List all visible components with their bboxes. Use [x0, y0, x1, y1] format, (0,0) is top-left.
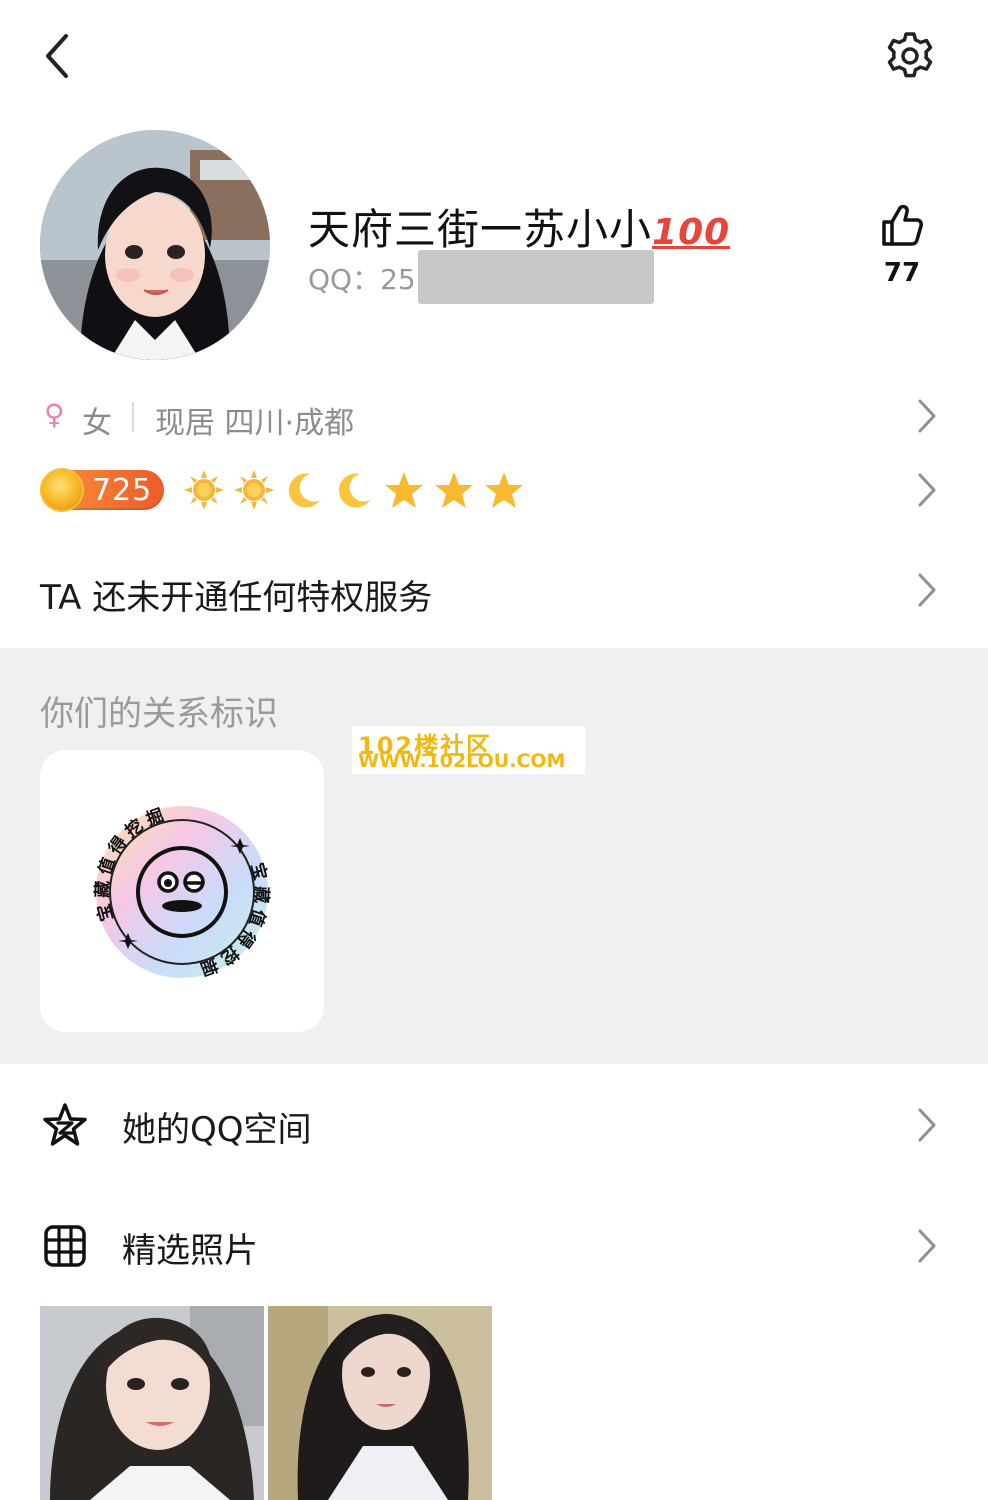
settings-button[interactable] — [884, 30, 936, 82]
privilege-text: TA 还未开通任何特权服务 — [40, 578, 433, 618]
moon-icon — [332, 468, 376, 512]
grid-icon — [44, 1225, 86, 1267]
watermark-line2: WWW.102LOU.COM — [358, 750, 566, 772]
star-icon — [382, 468, 426, 512]
level-badge: 725 — [40, 468, 164, 512]
chevron-right-icon — [918, 573, 936, 607]
level-value: 725 — [92, 473, 153, 508]
chevron-left-icon — [46, 34, 68, 78]
sun-icon — [182, 468, 226, 512]
divider — [132, 402, 134, 432]
chevron-right-icon — [918, 1108, 936, 1142]
qzone-label: 她的QQ空间 — [122, 1110, 312, 1150]
thumbs-up-icon — [882, 204, 923, 246]
hundred-emoji-icon: 100 — [652, 212, 731, 253]
location-text: 现居 四川·成都 — [155, 406, 355, 441]
gender-text: 女 — [82, 406, 112, 441]
back-button[interactable] — [36, 30, 80, 82]
relationship-badge-card[interactable]: 宝藏值得挖掘宝藏值得挖掘 — [40, 750, 324, 1032]
sun-icon — [232, 468, 276, 512]
chevron-right-icon — [918, 473, 936, 507]
qzone-star-icon — [43, 1103, 87, 1146]
relationship-badge-icon: 宝藏值得挖掘宝藏值得挖掘 — [93, 805, 272, 980]
gear-icon — [887, 32, 933, 78]
photos-row[interactable]: 精选照片 — [0, 1201, 988, 1291]
level-row[interactable]: 725 — [0, 464, 988, 516]
nickname: 天府三街一苏小小100 — [308, 205, 731, 254]
photos-label: 精选照片 — [122, 1231, 258, 1271]
photo-image — [40, 1306, 264, 1500]
watermark: 102楼社区 WWW.102LOU.COM — [352, 726, 585, 774]
basic-info-row[interactable]: ♀ 女 现居 四川·成都 — [0, 390, 988, 442]
level-coin-icon — [40, 468, 84, 512]
chevron-right-icon — [918, 1229, 936, 1263]
qq-number: QQ：25 — [308, 263, 416, 296]
photo-image — [268, 1306, 492, 1500]
relationship-section: 你们的关系标识 102楼社区 WWW.102LOU.COM 宝 藏 值 得 挖 … — [0, 648, 988, 1064]
qzone-row[interactable]: 她的QQ空间 — [0, 1080, 988, 1170]
profile-page: 天府三街一苏小小100 QQ：25 77 ♀ 女 现居 四川·成都 725 TA… — [0, 0, 988, 1500]
level-icons — [182, 468, 526, 512]
like-button[interactable] — [876, 200, 928, 252]
female-icon: ♀ — [44, 398, 65, 431]
like-count: 77 — [883, 258, 921, 288]
avatar-image — [40, 130, 270, 360]
photo-thumbnail-2[interactable] — [268, 1306, 492, 1500]
moon-icon — [282, 468, 326, 512]
star-icon — [432, 468, 476, 512]
relationship-title: 你们的关系标识 — [40, 694, 278, 734]
badge-arc-text-top: 藏 — [93, 880, 114, 898]
avatar[interactable] — [40, 130, 270, 360]
chevron-right-icon — [918, 399, 936, 433]
privilege-row[interactable]: TA 还未开通任何特权服务 — [0, 560, 988, 624]
photo-thumbnail-1[interactable] — [40, 1306, 264, 1500]
star-icon — [482, 468, 526, 512]
qq-redaction-mask — [418, 250, 654, 304]
badge-arc-text-bottom: 藏 — [251, 886, 272, 904]
